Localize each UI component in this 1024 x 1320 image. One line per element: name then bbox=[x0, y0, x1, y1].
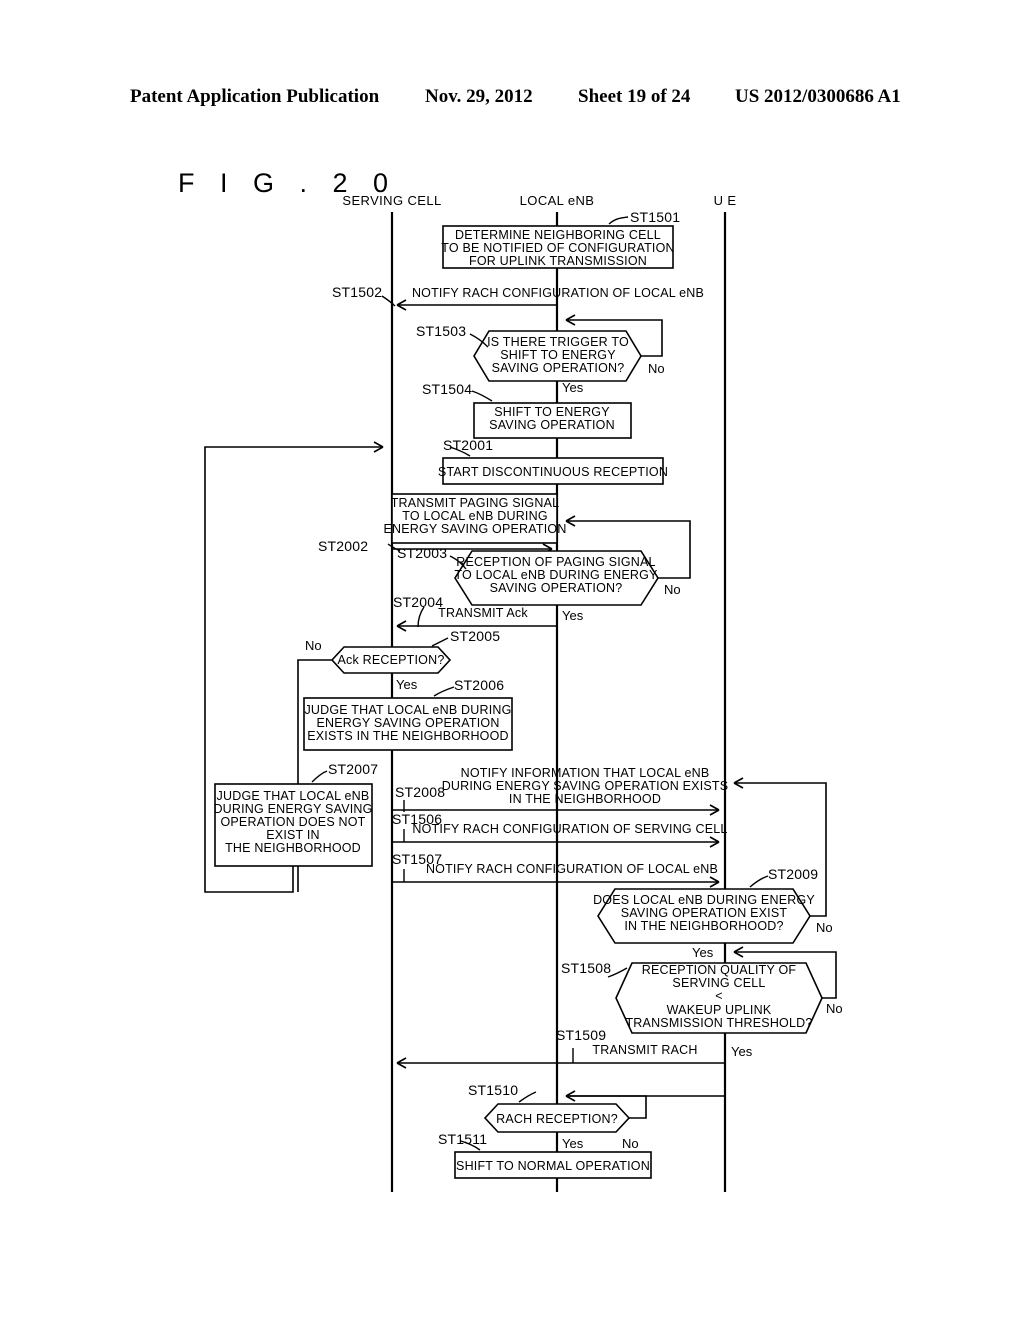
step-box-st2001-line1: START DISCONTINUOUS RECEPTION bbox=[438, 465, 668, 479]
step-id-st2006: ST2006 bbox=[454, 677, 504, 693]
step-decision-st2003-line2: TO LOCAL eNB DURING ENERGY bbox=[454, 568, 658, 582]
step-decision-st2009-line3: IN THE NEIGHBORHOOD? bbox=[624, 919, 783, 933]
step-id-st1510: ST1510 bbox=[468, 1082, 518, 1098]
step-box-st2002-line1: TRANSMIT PAGING SIGNAL bbox=[391, 496, 560, 510]
message-label-st1507: NOTIFY RACH CONFIGURATION OF LOCAL eNB bbox=[426, 862, 718, 876]
step-decision-st1508-line1: RECEPTION QUALITY OF bbox=[642, 963, 797, 977]
step-box-st2006-line2: ENERGY SAVING OPERATION bbox=[316, 716, 499, 730]
branch-label-st2009-yes: Yes bbox=[692, 945, 714, 960]
step-id-st2007: ST2007 bbox=[328, 761, 378, 777]
step-decision-st1508-line5: TRANSMISSION THRESHOLD? bbox=[625, 1016, 812, 1030]
step-decision-st1508-line4: WAKEUP UPLINK bbox=[667, 1003, 772, 1017]
step-box-st1504-line1: SHIFT TO ENERGY bbox=[494, 405, 610, 419]
branch-label-st1510-yes: Yes bbox=[562, 1136, 584, 1151]
step-id-st1511: ST1511 bbox=[438, 1131, 487, 1147]
branch-label-st1508-yes: Yes bbox=[731, 1044, 753, 1059]
step-id-st1509: ST1509 bbox=[556, 1027, 606, 1043]
step-box-st2007-line4: EXIST IN bbox=[266, 828, 319, 842]
sequence-flow-diagram: SERVING CELL LOCAL eNB U E DETERMINE NEI… bbox=[204, 193, 843, 1192]
step-id-st2003: ST2003 bbox=[397, 545, 447, 561]
step-id-st2001: ST2001 bbox=[443, 437, 493, 453]
message-label-st2008-line2: DURING ENERGY SAVING OPERATION EXISTS bbox=[442, 779, 729, 793]
branch-label-st2005-no: No bbox=[305, 638, 322, 653]
branch-label-st1510-no: No bbox=[622, 1136, 639, 1151]
step-decision-st1510-line1: RACH RECEPTION? bbox=[496, 1112, 618, 1126]
branch-label-st1508-no: No bbox=[826, 1001, 843, 1016]
branch-label-st2009-no: No bbox=[816, 920, 833, 935]
step-id-st1501: ST1501 bbox=[630, 209, 680, 225]
step-id-st1506: ST1506 bbox=[392, 811, 442, 827]
step-box-st2006-line1: JUDGE THAT LOCAL eNB DURING bbox=[304, 703, 511, 717]
step-id-st1504: ST1504 bbox=[422, 381, 472, 397]
step-id-st2002: ST2002 bbox=[318, 538, 368, 554]
step-id-st2005: ST2005 bbox=[450, 628, 500, 644]
branch-label-st1503-yes: Yes bbox=[562, 380, 584, 395]
step-box-st1504-line2: SAVING OPERATION bbox=[489, 418, 615, 432]
patent-figure-page: Patent Application Publication Nov. 29, … bbox=[0, 0, 1024, 1320]
step-id-st2009: ST2009 bbox=[768, 866, 818, 882]
branch-label-st2003-yes: Yes bbox=[562, 608, 584, 623]
step-id-st2004: ST2004 bbox=[393, 594, 443, 610]
step-box-st1501-line3: FOR UPLINK TRANSMISSION bbox=[469, 254, 647, 268]
lane-label-serving-cell: SERVING CELL bbox=[342, 193, 441, 208]
message-label-st2008-line3: IN THE NEIGHBORHOOD bbox=[509, 792, 661, 806]
lane-label-ue: U E bbox=[714, 193, 737, 208]
lane-label-local-enb: LOCAL eNB bbox=[520, 193, 595, 208]
step-box-st2007-line3: OPERATION DOES NOT bbox=[220, 815, 365, 829]
step-decision-st2005-line1: Ack RECEPTION? bbox=[338, 653, 445, 667]
step-box-st2007-line5: THE NEIGHBORHOOD bbox=[225, 841, 361, 855]
step-box-st2007-line1: JUDGE THAT LOCAL eNB bbox=[217, 789, 370, 803]
branch-label-st2005-yes: Yes bbox=[396, 677, 418, 692]
step-box-st1501-line1: DETERMINE NEIGHBORING CELL bbox=[455, 228, 661, 242]
step-decision-st1503-line1: IS THERE TRIGGER TO bbox=[487, 335, 629, 349]
step-id-st2008: ST2008 bbox=[395, 784, 445, 800]
branch-label-st2003-no: No bbox=[664, 582, 681, 597]
step-box-st1501-line2: TO BE NOTIFIED OF CONFIGURATION bbox=[441, 241, 675, 255]
step-decision-st2003-line1: RECEPTION OF PAGING SIGNAL bbox=[456, 555, 655, 569]
message-label-st1509: TRANSMIT RACH bbox=[592, 1043, 697, 1057]
step-decision-st1503-line2: SHIFT TO ENERGY bbox=[500, 348, 616, 362]
step-decision-st1508-line2: SERVING CELL bbox=[672, 976, 765, 990]
step-box-st2002-line3: ENERGY SAVING OPERATION bbox=[383, 522, 566, 536]
branch-label-st1503-no: No bbox=[648, 361, 665, 376]
step-decision-st2009-line1: DOES LOCAL eNB DURING ENERGY bbox=[593, 893, 815, 907]
step-decision-st1508-operator: < bbox=[715, 989, 723, 1003]
step-decision-st1503-line3: SAVING OPERATION? bbox=[492, 361, 625, 375]
message-label-st2004: TRANSMIT Ack bbox=[438, 606, 528, 620]
step-decision-st2003-line3: SAVING OPERATION? bbox=[490, 581, 623, 595]
step-id-st1507: ST1507 bbox=[392, 851, 442, 867]
step-decision-st2009-line2: SAVING OPERATION EXIST bbox=[621, 906, 788, 920]
message-label-st1502: NOTIFY RACH CONFIGURATION OF LOCAL eNB bbox=[412, 286, 704, 300]
message-label-st2008-line1: NOTIFY INFORMATION THAT LOCAL eNB bbox=[461, 766, 710, 780]
message-label-st1506: NOTIFY RACH CONFIGURATION OF SERVING CEL… bbox=[412, 822, 727, 836]
step-box-st1511-line1: SHIFT TO NORMAL OPERATION bbox=[456, 1159, 650, 1173]
step-box-st2007-line2: DURING ENERGY SAVING bbox=[213, 802, 372, 816]
step-id-st1502: ST1502 bbox=[332, 284, 382, 300]
step-box-st2002-line2: TO LOCAL eNB DURING bbox=[402, 509, 548, 523]
step-box-st2006-line3: EXISTS IN THE NEIGHBORHOOD bbox=[307, 729, 509, 743]
step-id-st1503: ST1503 bbox=[416, 323, 466, 339]
step-id-st1508: ST1508 bbox=[561, 960, 611, 976]
